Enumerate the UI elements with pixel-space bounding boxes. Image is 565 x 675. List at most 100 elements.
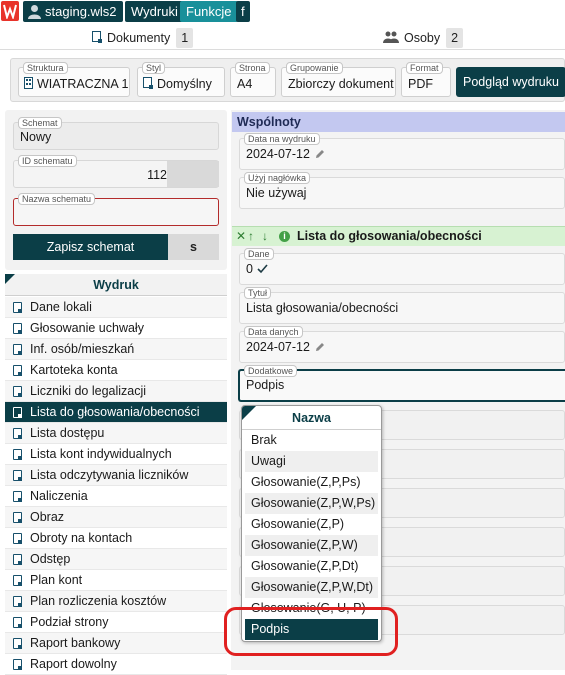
schemat-field[interactable]: Schemat Nowy bbox=[13, 117, 219, 150]
document-icon bbox=[92, 31, 102, 43]
wydruk-item-label: Plan rozliczenia kosztów bbox=[30, 594, 167, 608]
data-na-wydruku-value: 2024-07-12 bbox=[246, 147, 310, 161]
funkcje-button[interactable]: Funkcje bbox=[180, 1, 238, 22]
data-na-wydruku-label: Data na wydruku bbox=[244, 133, 320, 145]
building-icon bbox=[24, 77, 33, 89]
dodatkowe-select[interactable]: Dodatkowe Podpis bbox=[238, 365, 565, 402]
struktura-select[interactable]: Struktura WIATRACZNA 1 bbox=[18, 62, 130, 97]
arrow-down-icon[interactable]: ↓ bbox=[262, 227, 268, 246]
wydruk-item[interactable]: Obroty na kontach bbox=[5, 528, 227, 549]
format-select[interactable]: Format PDF bbox=[401, 62, 451, 97]
document-icon bbox=[13, 344, 22, 355]
dropdown-option[interactable]: Głosowanie(Z,P) bbox=[245, 514, 378, 535]
wydruk-header: Wydruk bbox=[5, 274, 227, 296]
tab-dokumenty[interactable]: Dokumenty 1 bbox=[92, 28, 194, 48]
document-icon bbox=[13, 617, 22, 628]
wydruk-item-label: Raport dowolny bbox=[30, 657, 117, 671]
wydruk-item[interactable]: Dane lokali bbox=[5, 297, 227, 318]
strona-value: A4 bbox=[237, 77, 253, 91]
data-na-wydruku-field[interactable]: Data na wydruku 2024-07-12 bbox=[239, 133, 565, 170]
document-icon bbox=[13, 470, 22, 481]
wydruk-item[interactable]: Raport bankowy bbox=[5, 633, 227, 654]
nazwa-schematu-label: Nazwa schematu bbox=[18, 193, 96, 205]
f-button[interactable]: f bbox=[236, 1, 250, 22]
dropdown-option[interactable]: Uwagi bbox=[245, 451, 378, 472]
schemat-label: Schemat bbox=[18, 117, 62, 129]
dropdown-header: Nazwa bbox=[242, 406, 381, 430]
save-schema-button[interactable]: Zapisz schemat bbox=[13, 234, 168, 260]
document-icon bbox=[13, 428, 22, 439]
wydruk-item[interactable]: Inf. osób/mieszkań bbox=[5, 339, 227, 360]
tytul-value: Lista głosowania/obecności bbox=[246, 301, 399, 315]
wydruk-item-label: Dane lokali bbox=[30, 300, 92, 314]
data-danych-field[interactable]: Data danych 2024-07-12 bbox=[239, 326, 565, 363]
wydruk-item-label: Raport bankowy bbox=[30, 636, 121, 650]
document-icon bbox=[13, 302, 22, 313]
grupowanie-label: Grupowanie bbox=[286, 62, 343, 74]
pencil-icon[interactable] bbox=[315, 342, 325, 352]
wydruk-item[interactable]: Obraz bbox=[5, 507, 227, 528]
wydruk-title: Wydruk bbox=[93, 278, 139, 292]
dropdown-option[interactable]: Głosowanie(Z,P,Dt) bbox=[245, 556, 378, 577]
info-icon[interactable]: i bbox=[279, 231, 290, 242]
document-icon bbox=[13, 554, 22, 565]
wydruk-item[interactable]: Podział strony bbox=[5, 612, 227, 633]
wydruk-item[interactable]: Kartoteka konta bbox=[5, 360, 227, 381]
wydruk-item[interactable]: Lista odczytywania liczników bbox=[5, 465, 227, 486]
close-icon[interactable]: ✕ bbox=[236, 227, 246, 246]
lista-header: ✕ ↑ ↓ i Lista do głosowania/obecności bbox=[232, 226, 565, 246]
schemat-value: Nowy bbox=[20, 130, 52, 144]
f-label: f bbox=[241, 4, 245, 19]
app-logo[interactable] bbox=[1, 1, 19, 21]
print-toolbar: Struktura WIATRACZNA 1 Styl Domyślny Str… bbox=[10, 58, 565, 102]
dropdown-option[interactable]: Brak bbox=[245, 430, 378, 451]
arrow-up-icon[interactable]: ↑ bbox=[248, 227, 254, 246]
data-na-wydruku-wrap: 2024-07-12 bbox=[246, 147, 325, 161]
wydruk-item[interactable]: Lista do głosowania/obecności bbox=[5, 402, 227, 423]
wydruki-button[interactable]: Wydruki bbox=[125, 1, 184, 22]
document-icon bbox=[13, 386, 22, 397]
wydruk-item-label: Inf. osób/mieszkań bbox=[30, 342, 135, 356]
wydruk-item-label: Lista dostępu bbox=[30, 426, 105, 440]
id-schematu-label: ID schematu bbox=[18, 155, 77, 167]
dropdown-option[interactable]: Głosowanie(Z,P,W) bbox=[245, 535, 378, 556]
check-icon bbox=[257, 264, 268, 274]
pencil-icon[interactable] bbox=[315, 149, 325, 159]
wydruk-item-label: Kartoteka konta bbox=[30, 363, 118, 377]
tab-row: Dokumenty 1 Osoby 2 bbox=[0, 26, 565, 50]
wydruk-list: Dane lokali Głosowanie uchwały Inf. osób/m… bbox=[5, 297, 227, 675]
document-icon bbox=[13, 491, 22, 502]
lista-title: Lista do głosowania/obecności bbox=[297, 229, 482, 243]
wydruk-item-label: Podział strony bbox=[30, 615, 109, 629]
wydruk-item[interactable]: Naliczenia bbox=[5, 486, 227, 507]
strona-select[interactable]: Strona A4 bbox=[230, 62, 276, 97]
wydruk-item[interactable]: Lista dostępu bbox=[5, 423, 227, 444]
wydruk-item-label: Lista kont indywidualnych bbox=[30, 447, 172, 461]
struktura-value: WIATRACZNA 1 bbox=[37, 77, 129, 91]
nazwa-schematu-input[interactable]: Nazwa schematu bbox=[13, 193, 219, 226]
document-icon bbox=[13, 575, 22, 586]
uzyj-naglowka-field[interactable]: Użyj nagłówka Nie używaj bbox=[239, 172, 565, 209]
wydruk-item[interactable]: Raport dowolny bbox=[5, 654, 227, 675]
dropdown-option[interactable]: Głosowanie(Z,P,W,Ps) bbox=[245, 493, 378, 514]
tytul-field[interactable]: Tytuł Lista głosowania/obecności bbox=[239, 287, 565, 324]
wydruk-item[interactable]: Odstęp bbox=[5, 549, 227, 570]
preview-button[interactable]: Podgląd wydruku bbox=[456, 67, 565, 97]
wydruk-item[interactable]: Plan rozliczenia kosztów bbox=[5, 591, 227, 612]
tab-osoby-count: 2 bbox=[446, 28, 464, 48]
document-icon bbox=[13, 638, 22, 649]
dane-field[interactable]: Dane 0 bbox=[239, 248, 565, 285]
wydruk-item[interactable]: Lista kont indywidualnych bbox=[5, 444, 227, 465]
tab-osoby[interactable]: Osoby 2 bbox=[383, 28, 464, 48]
grupowanie-select[interactable]: Grupowanie Zbiorczy dokument bbox=[281, 62, 396, 97]
dropdown-option[interactable]: Głosowanie(Z,P,W,Dt) bbox=[245, 577, 378, 598]
styl-select[interactable]: Styl Domyślny bbox=[137, 62, 225, 97]
dane-value: 0 bbox=[246, 262, 253, 276]
wydruk-item[interactable]: Liczniki do legalizacji bbox=[5, 381, 227, 402]
wydruk-item[interactable]: Plan kont bbox=[5, 570, 227, 591]
host-button[interactable]: staging.wls2 bbox=[23, 1, 123, 22]
s-button[interactable]: s bbox=[168, 234, 219, 260]
wydruk-item[interactable]: Głosowanie uchwały bbox=[5, 318, 227, 339]
dropdown-option[interactable]: Głosowanie(Z,P,Ps) bbox=[245, 472, 378, 493]
document-icon bbox=[13, 512, 22, 523]
